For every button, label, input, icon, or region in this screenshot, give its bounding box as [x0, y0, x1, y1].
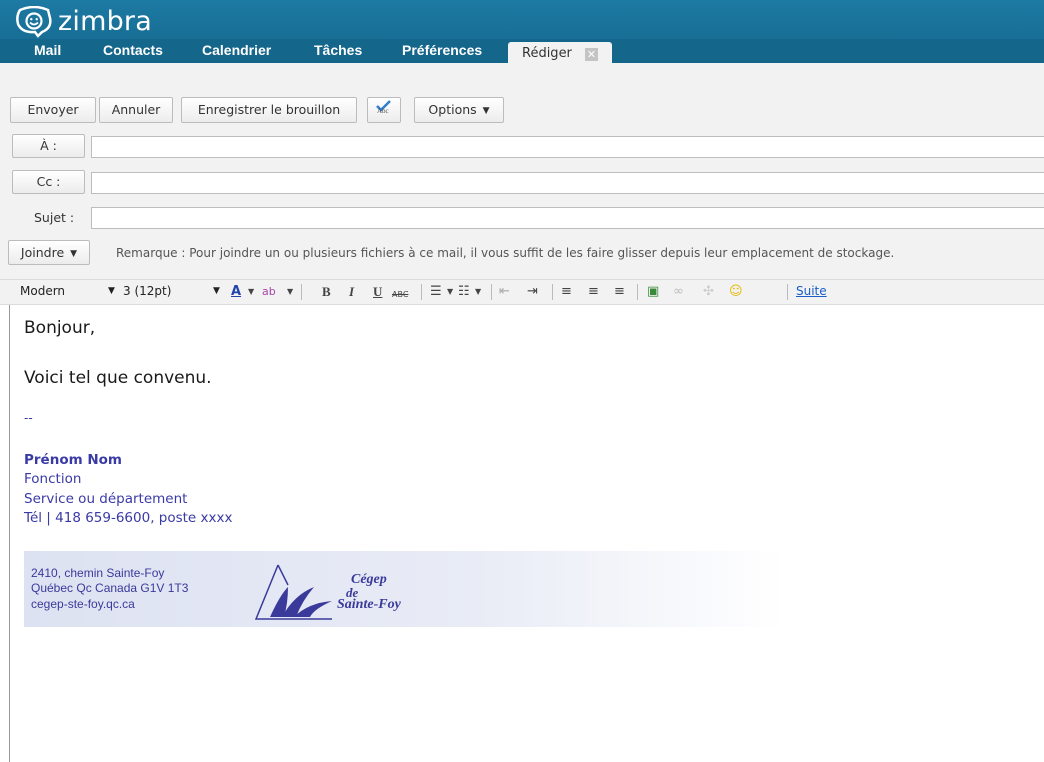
options-button[interactable]: Options ▼ [414, 97, 504, 123]
tab-preferences[interactable]: Préférences [402, 39, 482, 63]
to-button[interactable]: À : [12, 134, 85, 158]
signature-name: Prénom Nom [24, 452, 123, 468]
cc-field[interactable] [91, 172, 1044, 194]
app-header: zimbra Mail Contacts Calendrier Tâches P… [0, 0, 1044, 65]
bold-icon[interactable]: B [322, 283, 331, 301]
zimbra-logo[interactable]: zimbra [14, 5, 152, 39]
unlink-icon[interactable]: ✣ [703, 283, 714, 301]
banner-address-line1: 2410, chemin Sainte-Foy [31, 566, 165, 580]
align-left-icon[interactable]: ≡ [561, 283, 572, 301]
zimbra-logo-icon [16, 6, 52, 38]
chevron-down-icon[interactable]: ▼ [108, 286, 115, 296]
bullet-list-icon[interactable]: ☰ [430, 283, 442, 301]
indent-icon[interactable]: ⇥ [527, 283, 538, 301]
main-nav: Mail Contacts Calendrier Tâches Préféren… [0, 39, 1044, 65]
chevron-down-icon[interactable]: ▼ [287, 283, 293, 301]
close-tab-icon[interactable]: ✕ [585, 48, 598, 61]
attach-label: Joindre [20, 245, 65, 260]
link-icon[interactable]: ∞ [673, 283, 684, 301]
tab-calendrier[interactable]: Calendrier [202, 39, 271, 63]
emoticon-icon[interactable]: ☺ [729, 283, 743, 301]
highlight-icon[interactable]: ab [262, 283, 276, 301]
banner-address-line2: Québec Qc Canada G1V 1T3 [31, 581, 189, 595]
chevron-down-icon: ▼ [70, 249, 78, 259]
tab-mail[interactable]: Mail [34, 39, 61, 63]
message-editor[interactable]: Bonjour, Voici tel que convenu. -- Préno… [9, 305, 1044, 762]
banner-website: cegep-ste-foy.qc.ca [31, 597, 135, 611]
tab-contacts[interactable]: Contacts [103, 39, 163, 63]
signature-title: Fonction [24, 471, 82, 487]
chevron-down-icon[interactable]: ▼ [213, 286, 220, 296]
format-toolbar: Modern ▼ 3 (12pt) ▼ A ▼ ab ▼ B I U ABC ☰… [0, 279, 1044, 305]
spellcheck-button[interactable]: Abc [367, 97, 401, 123]
logo-line3: Sainte-Foy [337, 597, 401, 612]
more-link[interactable]: Suite [796, 284, 827, 298]
signature-department: Service ou département [24, 491, 188, 507]
cegep-logo-icon [254, 564, 332, 620]
tab-taches[interactable]: Tâches [314, 39, 362, 63]
size-select[interactable]: 3 (12pt) [123, 284, 171, 298]
to-field[interactable] [91, 136, 1044, 158]
cc-button[interactable]: Cc : [12, 170, 85, 194]
send-button[interactable]: Envoyer [10, 97, 96, 123]
insert-image-icon[interactable]: ▣ [647, 283, 659, 301]
body-greeting: Bonjour, [24, 318, 96, 338]
font-select[interactable]: Modern [20, 284, 65, 298]
attach-note: Remarque : Pour joindre un ou plusieurs … [116, 246, 895, 260]
signature-banner: 2410, chemin Sainte-Foy Québec Qc Canada… [24, 551, 784, 627]
signature-phone: Tél | 418 659-6600, poste xxxx [24, 510, 233, 526]
options-label: Options [428, 102, 477, 117]
numbered-list-icon[interactable]: ☷ [458, 283, 470, 301]
to-input[interactable] [92, 138, 1044, 158]
chevron-down-icon: ▼ [482, 106, 490, 116]
save-draft-button[interactable]: Enregistrer le brouillon [181, 97, 357, 123]
spellcheck-text: Abc [377, 107, 389, 115]
subject-label: Sujet : [34, 210, 75, 225]
chevron-down-icon[interactable]: ▼ [447, 283, 453, 301]
body-line: Voici tel que convenu. [24, 368, 212, 388]
font-color-icon[interactable]: A [231, 283, 241, 301]
tab-rediger[interactable]: Rédiger ✕ [508, 42, 612, 65]
italic-icon[interactable]: I [349, 283, 354, 301]
outdent-icon[interactable]: ⇤ [499, 283, 510, 301]
align-right-icon[interactable]: ≡ [614, 283, 625, 301]
cc-input[interactable] [92, 174, 1044, 194]
subject-input[interactable] [92, 209, 1044, 229]
app-name: zimbra [58, 6, 152, 37]
chevron-down-icon[interactable]: ▼ [248, 283, 254, 301]
chevron-down-icon[interactable]: ▼ [475, 283, 481, 301]
subject-field[interactable] [91, 207, 1044, 229]
signature-separator: -- [24, 411, 33, 425]
cancel-button[interactable]: Annuler [99, 97, 173, 123]
underline-icon[interactable]: U [373, 283, 382, 301]
attach-button[interactable]: Joindre ▼ [8, 240, 90, 265]
align-center-icon[interactable]: ≡ [588, 283, 599, 301]
strikethrough-icon[interactable]: ABC [392, 286, 408, 304]
